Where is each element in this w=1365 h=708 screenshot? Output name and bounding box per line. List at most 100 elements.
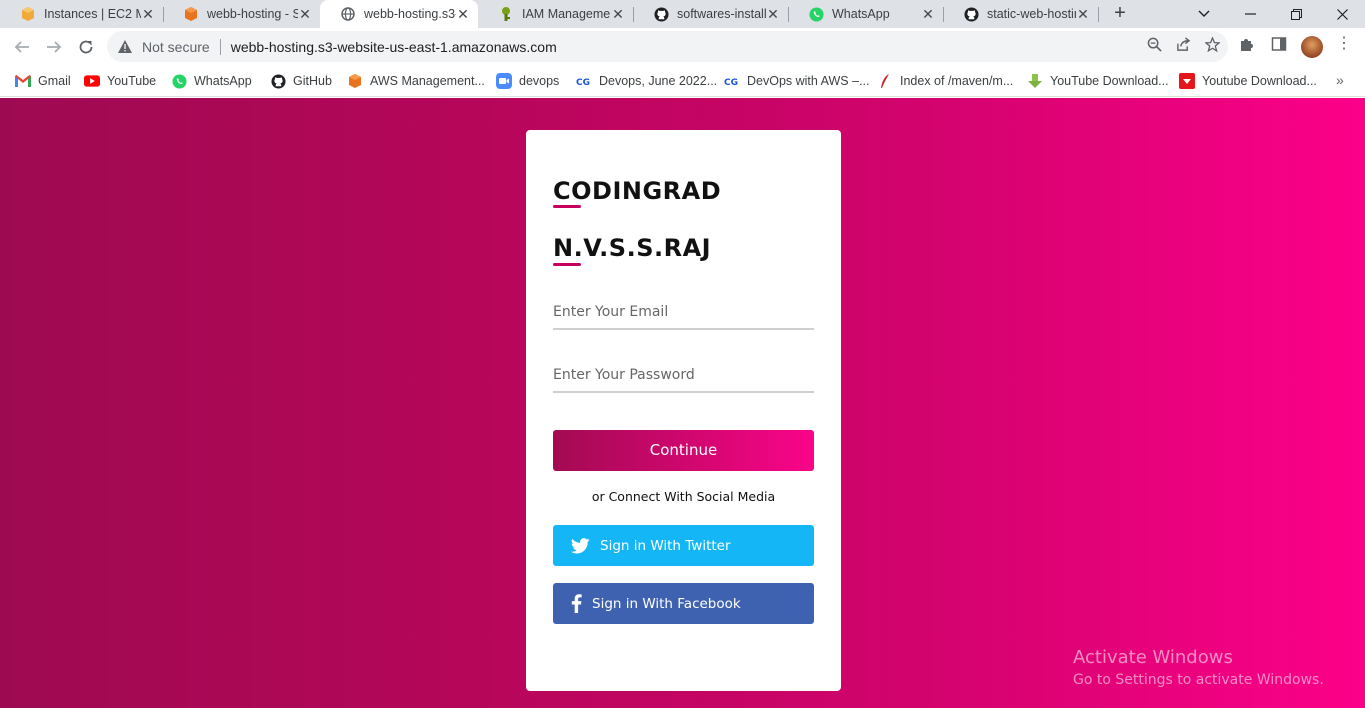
tab-title: Instances | EC2 Management Console: [44, 7, 141, 21]
more-bookmarks-chevron-icon[interactable]: »: [1336, 72, 1344, 88]
watermark-subtitle: Go to Settings to activate Windows.: [1073, 672, 1324, 688]
codingrad-icon: CG: [576, 73, 592, 89]
bookmark-label: Gmail: [38, 74, 71, 88]
youtube-icon: [84, 73, 100, 89]
brand-underline: [553, 205, 581, 208]
email-input[interactable]: [553, 296, 814, 330]
minimize-button[interactable]: [1227, 0, 1273, 28]
browser-toolbar: Not secure webb-hosting.s3-website-us-ea…: [0, 28, 1365, 65]
close-icon[interactable]: ✕: [921, 7, 935, 21]
password-input[interactable]: [553, 359, 814, 393]
tab-webb-hosting-site[interactable]: webb-hosting.s3-website-us-east-1.amazon…: [320, 0, 478, 28]
tab-iam-console[interactable]: IAM Management Console ✕: [478, 0, 633, 28]
warning-triangle-icon[interactable]: [117, 39, 133, 55]
bookmark-index-of-maven[interactable]: Index of /maven/m...: [877, 71, 1013, 91]
feather-icon: [877, 73, 893, 89]
share-icon[interactable]: [1176, 37, 1191, 52]
tab-softwares-installation[interactable]: softwares-installation ✕: [633, 0, 788, 28]
bookmark-youtube-download-1[interactable]: YouTube Download...: [1027, 71, 1169, 91]
bookmark-youtube[interactable]: YouTube: [84, 71, 156, 91]
activate-windows-watermark: Activate Windows Go to Settings to activ…: [1073, 647, 1324, 688]
facebook-signin-label: Sign in With Facebook: [592, 595, 741, 612]
tab-ec2-instances[interactable]: Instances | EC2 Management Console ✕: [0, 0, 163, 28]
close-icon[interactable]: ✕: [298, 7, 312, 21]
tab-title: WhatsApp: [832, 7, 890, 21]
back-button[interactable]: [9, 34, 35, 60]
arrow-right-icon: [47, 41, 62, 53]
aws-s3-icon: [183, 6, 199, 22]
login-card: CODINGRAD N.V.S.S.RAJ Continue or Connec…: [526, 130, 841, 691]
tab-divider: [1098, 7, 1099, 22]
bookmark-whatsapp[interactable]: WhatsApp: [171, 71, 252, 91]
bookmark-github[interactable]: GitHub: [270, 71, 332, 91]
close-window-button[interactable]: [1319, 0, 1365, 28]
bookmark-label: devops: [519, 74, 560, 88]
bookmark-devops-with-aws[interactable]: CG DevOps with AWS –...: [724, 71, 870, 91]
bookmarks-bar: Gmail YouTube WhatsApp GitHub AWS Manage…: [0, 65, 1365, 97]
bookmark-gmail[interactable]: Gmail: [15, 71, 71, 91]
bookmark-label: WhatsApp: [194, 74, 252, 88]
aws-ec2-icon: [20, 6, 36, 22]
star-icon[interactable]: [1205, 37, 1220, 52]
new-tab-button[interactable]: +: [1108, 2, 1132, 26]
tab-title: webb-hosting.s3-website-us-east-1.amazon…: [364, 7, 456, 21]
tab-static-web-hosting[interactable]: static-web-hosting ✕: [943, 0, 1098, 28]
continue-button[interactable]: Continue: [553, 430, 814, 471]
bookmark-label: AWS Management...: [370, 74, 485, 88]
bookmark-label: DevOps with AWS –...: [747, 74, 870, 88]
url-text[interactable]: webb-hosting.s3-website-us-east-1.amazon…: [231, 39, 557, 55]
tab-title: static-web-hosting: [987, 7, 1076, 21]
twitter-signin-button[interactable]: Sign in With Twitter: [553, 525, 814, 566]
page-background: CODINGRAD N.V.S.S.RAJ Continue or Connec…: [0, 98, 1365, 708]
svg-text:CG: CG: [724, 78, 738, 87]
tab-title: webb-hosting - S3 bucket: [207, 7, 298, 21]
aws-icon: [347, 73, 363, 89]
close-icon[interactable]: ✕: [611, 7, 625, 21]
whatsapp-icon: [171, 73, 187, 89]
side-panel-icon[interactable]: [1271, 36, 1287, 56]
tab-title: IAM Management Console: [522, 7, 611, 21]
whatsapp-icon: [808, 6, 824, 22]
forward-button[interactable]: [41, 34, 67, 60]
close-icon[interactable]: ✕: [766, 7, 780, 21]
close-icon[interactable]: ✕: [1076, 7, 1090, 21]
github-icon: [270, 73, 286, 89]
globe-icon: [340, 6, 356, 22]
reload-icon: [79, 40, 93, 54]
bookmark-label: YouTube Download...: [1050, 74, 1169, 88]
address-bar[interactable]: Not secure webb-hosting.s3-website-us-ea…: [107, 31, 1228, 62]
security-label[interactable]: Not secure: [142, 39, 210, 55]
tab-search-chevron-down-icon[interactable]: [1181, 0, 1227, 28]
restore-button[interactable]: [1273, 0, 1319, 28]
bookmark-label: Youtube Download...: [1202, 74, 1317, 88]
twitter-signin-label: Sign in With Twitter: [600, 537, 731, 554]
facebook-signin-button[interactable]: Sign in With Facebook: [553, 583, 814, 624]
reload-button[interactable]: [73, 34, 99, 60]
tab-whatsapp[interactable]: WhatsApp ✕: [788, 0, 943, 28]
gmail-icon: [15, 73, 31, 89]
bookmark-devops-june-2022[interactable]: CG Devops, June 2022...: [576, 71, 717, 91]
omnibox-divider: [219, 38, 221, 55]
tab-title: softwares-installation: [677, 7, 766, 21]
extensions-puzzle-icon[interactable]: [1239, 36, 1255, 56]
facebook-f-icon: [571, 594, 582, 613]
bookmark-aws-management[interactable]: AWS Management...: [347, 71, 485, 91]
codingrad-icon: CG: [724, 73, 740, 89]
zoom-icon[interactable]: [1147, 37, 1162, 52]
tab-s3-bucket[interactable]: webb-hosting - S3 bucket ✕: [163, 0, 320, 28]
bookmark-label: YouTube: [107, 74, 157, 88]
profile-avatar[interactable]: [1301, 36, 1323, 58]
download-icon: [1027, 73, 1043, 89]
bookmark-youtube-download-2[interactable]: Youtube Download...: [1179, 71, 1317, 91]
zoom-icon: [496, 73, 512, 89]
tab-strip: Instances | EC2 Management Console ✕ web…: [0, 0, 1365, 28]
user-name-heading: N.V.S.S.RAJ: [553, 234, 712, 262]
bookmark-devops[interactable]: devops: [496, 71, 559, 91]
bookmark-label: GitHub: [293, 74, 332, 88]
more-menu-icon[interactable]: ⋮: [1336, 36, 1352, 52]
close-icon[interactable]: ✕: [456, 7, 470, 21]
bookmark-label: Devops, June 2022...: [599, 74, 718, 88]
arrow-left-icon: [14, 41, 29, 53]
close-icon[interactable]: ✕: [141, 7, 155, 21]
social-connect-text: or Connect With Social Media: [591, 489, 776, 504]
